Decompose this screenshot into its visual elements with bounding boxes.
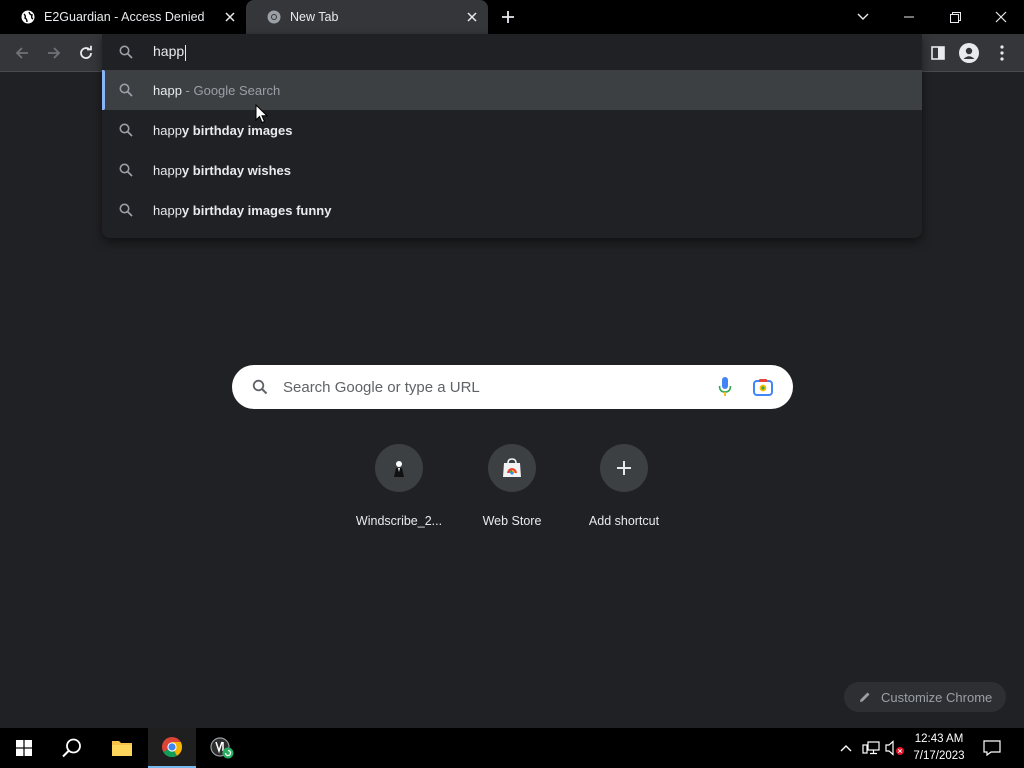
ntp-search-input[interactable]: [283, 378, 703, 396]
tray-overflow-button[interactable]: [836, 728, 856, 768]
minimize-button[interactable]: [886, 0, 932, 34]
tab-title: New Tab: [290, 10, 339, 24]
side-panel-button[interactable]: [925, 40, 951, 66]
windows-taskbar: 12:43 AM 7/17/2023: [0, 728, 1024, 768]
suggestion-note: - Google Search: [181, 82, 281, 98]
vpn-app-taskbar-button[interactable]: [198, 728, 246, 768]
taskbar-search-button[interactable]: [48, 728, 96, 768]
mouse-pointer-icon: [255, 104, 269, 124]
chevron-up-icon: [840, 745, 852, 752]
search-icon: [119, 163, 133, 177]
windows-logo-icon: [16, 740, 32, 756]
search-icon: [119, 83, 133, 97]
menu-button[interactable]: [989, 40, 1015, 66]
suggestion-typed: happ: [153, 162, 182, 178]
search-icon: [119, 123, 133, 137]
suggestion-item[interactable]: happy birthday images funny: [102, 190, 922, 230]
chrome-taskbar-button[interactable]: [148, 728, 196, 768]
file-explorer-button[interactable]: [98, 728, 146, 768]
minimize-icon: [904, 16, 914, 18]
close-tab-icon[interactable]: [222, 9, 238, 25]
suggestion-completion: y birthday wishes: [181, 162, 292, 178]
tab-search-button[interactable]: [840, 0, 886, 34]
shortcut-label: Add shortcut: [588, 514, 660, 528]
plus-icon: [600, 444, 648, 492]
close-tab-icon[interactable]: [464, 9, 480, 25]
network-icon: [862, 741, 880, 755]
suggestion-item[interactable]: happy birthday images: [102, 110, 922, 150]
profile-button[interactable]: [956, 40, 982, 66]
suggestion-typed: happ: [153, 122, 182, 138]
globe-icon: [20, 9, 36, 25]
chrome-icon: [266, 9, 282, 25]
back-button[interactable]: [9, 40, 35, 66]
webstore-icon: [488, 444, 536, 492]
forward-button[interactable]: [41, 40, 67, 66]
forward-arrow-icon: [48, 47, 61, 59]
suggestion-typed: happ: [153, 202, 182, 218]
suggestion-item[interactable]: happ - Google Search: [102, 70, 922, 110]
shortcut-label: Windscribe_2...: [355, 514, 443, 528]
search-icon: [62, 738, 81, 758]
google-lens-icon[interactable]: [753, 378, 773, 396]
microphone-icon[interactable]: [718, 377, 732, 397]
reload-icon: [80, 45, 92, 59]
avatar-icon: [959, 43, 979, 63]
search-icon: [119, 203, 133, 217]
new-tab-button[interactable]: [498, 7, 518, 27]
shortcut-web-store[interactable]: Web Store: [456, 440, 568, 532]
kebab-menu-icon: [1000, 45, 1004, 61]
clock[interactable]: 12:43 AM 7/17/2023: [908, 731, 970, 765]
suggestion-completion: y birthday images: [181, 122, 293, 138]
shortcut-label: Web Store: [482, 514, 542, 528]
restore-icon: [949, 11, 961, 23]
plus-icon: [502, 11, 514, 23]
customize-chrome-button[interactable]: Customize Chrome: [844, 682, 1006, 712]
restore-button[interactable]: [932, 0, 978, 34]
suggestion-typed: happ: [153, 82, 182, 98]
tab-e2guardian[interactable]: E2Guardian - Access Denied: [0, 0, 246, 34]
search-icon: [252, 379, 268, 395]
customize-label: Customize Chrome: [881, 689, 993, 705]
suggestion-completion: y birthday images funny: [181, 202, 332, 218]
chrome-icon: [162, 737, 183, 758]
omnibox-input[interactable]: happ: [102, 34, 922, 70]
start-button[interactable]: [0, 728, 48, 768]
app-icon: [210, 737, 234, 759]
volume-muted-icon: [885, 740, 904, 756]
pencil-icon: [860, 692, 870, 702]
network-tray-button[interactable]: [860, 728, 882, 768]
reload-button[interactable]: [73, 40, 99, 66]
add-shortcut-button[interactable]: Add shortcut: [568, 440, 680, 532]
windscribe-icon: [375, 444, 423, 492]
notification-icon: [983, 740, 1001, 756]
tab-title: E2Guardian - Access Denied: [44, 10, 205, 24]
omnibox-text: happ: [153, 43, 185, 60]
tab-strip: E2Guardian - Access Denied New Tab: [0, 0, 1024, 34]
volume-tray-button[interactable]: [884, 728, 906, 768]
shortcut-windscribe[interactable]: Windscribe_2...: [343, 440, 455, 532]
tab-new-tab[interactable]: New Tab: [246, 0, 488, 34]
omnibox-dropdown: happ happ - Google Search happy birthday…: [102, 34, 922, 238]
close-window-button[interactable]: [978, 0, 1024, 34]
ntp-search-box[interactable]: [232, 365, 793, 409]
back-arrow-icon: [15, 47, 28, 59]
search-icon: [119, 45, 133, 59]
clock-date: 7/17/2023: [913, 750, 965, 762]
clock-time: 12:43 AM: [914, 733, 964, 745]
close-icon: [995, 11, 1007, 23]
suggestion-item[interactable]: happy birthday wishes: [102, 150, 922, 190]
text-caret: [185, 44, 187, 61]
side-panel-icon: [931, 46, 945, 60]
chevron-down-icon: [857, 13, 869, 20]
chrome-window: E2Guardian - Access Denied New Tab happ …: [0, 0, 1024, 768]
notifications-button[interactable]: [978, 728, 1006, 768]
folder-icon: [112, 741, 132, 756]
